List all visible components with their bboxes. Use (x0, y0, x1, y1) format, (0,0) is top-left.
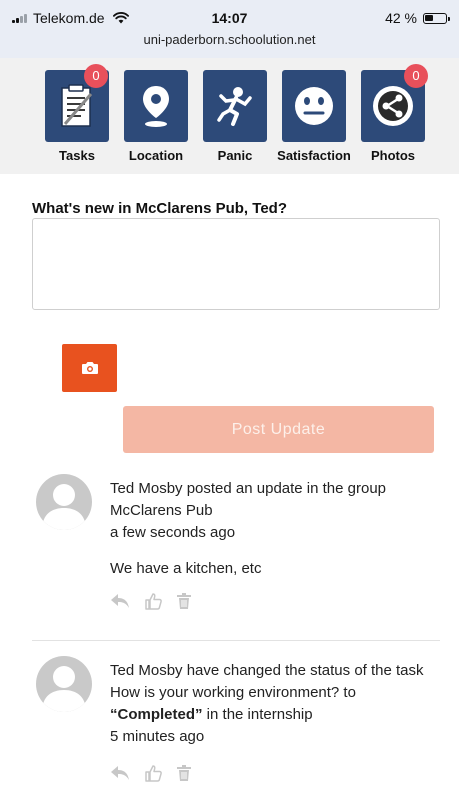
running-figure-icon (217, 87, 252, 126)
activity-timestamp: 5 minutes ago (110, 728, 205, 745)
nav-label-panic: Panic (217, 148, 253, 163)
activity-text-after: in the internship (202, 706, 313, 723)
default-user-icon (42, 666, 86, 712)
smiley-face-icon (295, 87, 333, 125)
trash-icon[interactable] (176, 592, 192, 610)
nav-location[interactable]: Location (117, 70, 195, 163)
battery-info: 42 % (385, 10, 450, 26)
nav-photos[interactable]: 0 Photos (354, 64, 432, 163)
camera-icon (81, 362, 98, 374)
battery-icon (423, 12, 450, 24)
thumbs-up-icon[interactable] (144, 764, 162, 782)
activity-text-before: Ted Mosby have changed the status of the… (110, 662, 424, 701)
nav-tile-location[interactable] (124, 70, 188, 142)
nav-panic[interactable]: Panic (196, 70, 274, 163)
add-photo-button[interactable] (62, 344, 117, 392)
activity-timestamp: a few seconds ago (110, 524, 236, 541)
task-list-icon (61, 84, 93, 127)
activity-body: Ted Mosby posted an update in the group … (110, 478, 430, 610)
nav-label-photos: Photos (370, 148, 416, 163)
divider (32, 640, 440, 641)
activity-body: Ted Mosby have changed the status of the… (110, 660, 430, 782)
nav-satisfaction[interactable]: Satisfaction (275, 70, 353, 163)
post-update-button[interactable]: Post Update (123, 406, 434, 453)
status-bar: Telekom.de 14:07 42 % uni-paderborn.scho… (0, 0, 459, 58)
nav-label-tasks: Tasks (59, 148, 95, 163)
avatar[interactable] (36, 656, 92, 712)
activity-content: We have a kitchen, etc (110, 560, 262, 577)
reply-icon[interactable] (110, 593, 130, 609)
activity-actions (110, 592, 430, 610)
activity-text: Ted Mosby posted an update in the group … (110, 480, 387, 519)
avatar[interactable] (36, 474, 92, 530)
activity-text: Ted Mosby have changed the status of the… (110, 660, 430, 726)
status-update-prompt: What's new in McClarens Pub, Ted? (32, 200, 287, 217)
nav-tile-panic[interactable] (203, 70, 267, 142)
thumbs-up-icon[interactable] (144, 592, 162, 610)
activity-status: “Completed” (110, 706, 203, 723)
activity-actions (110, 764, 430, 782)
default-user-icon (42, 484, 86, 530)
nav-label-satisfaction: Satisfaction (277, 148, 351, 163)
quick-nav: 0 Tasks Location Panic Satisfaction 0 Ph… (0, 58, 459, 174)
nav-tile-satisfaction[interactable] (282, 70, 346, 142)
status-row: Telekom.de 14:07 42 % (0, 10, 459, 28)
nav-tasks[interactable]: 0 Tasks (38, 64, 116, 163)
photos-badge: 0 (404, 64, 428, 88)
trash-icon[interactable] (176, 764, 192, 782)
address-bar-url[interactable]: uni-paderborn.schoolution.net (0, 32, 459, 47)
battery-percent: 42 % (385, 10, 417, 26)
nav-label-location: Location (128, 148, 184, 163)
location-pin-icon (143, 86, 169, 127)
status-update-input[interactable] (32, 218, 440, 310)
tasks-badge: 0 (84, 64, 108, 88)
reply-icon[interactable] (110, 765, 130, 781)
share-icon (373, 86, 413, 126)
